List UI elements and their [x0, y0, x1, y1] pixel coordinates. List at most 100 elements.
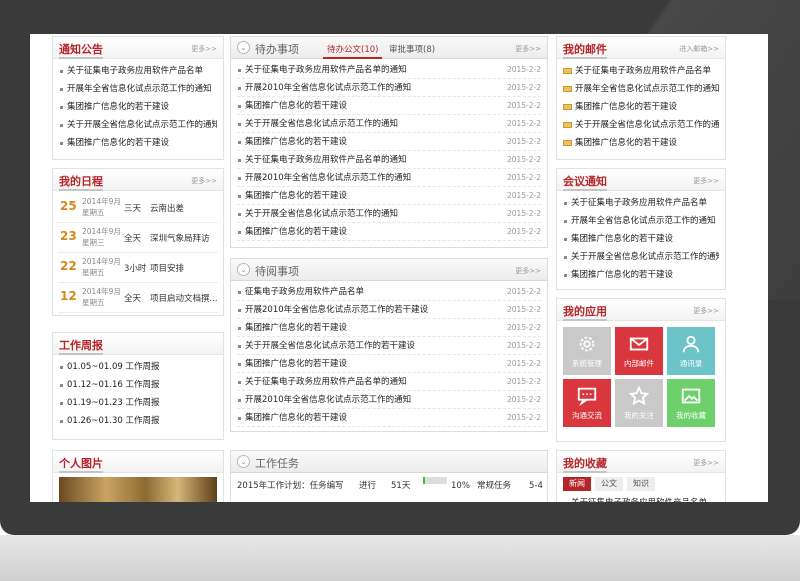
favorites-panel: 我的收藏 更多>> 新闻公文知识 关于征集电子政务应用软件产品名单 [556, 450, 726, 502]
todo-item[interactable]: 集团推广信息化的若干建设 2015-2-2 [237, 187, 541, 205]
todo-item[interactable]: 关于征集电子政务应用软件产品名单的通知 2015-2-2 [237, 61, 541, 79]
more-link[interactable]: 更多>> [693, 176, 719, 186]
item-date: 2015-2-2 [506, 137, 541, 146]
app-tile[interactable]: 我的收藏 [667, 379, 715, 427]
chevron-down-icon[interactable]: ⌄ [237, 41, 250, 54]
todo-item[interactable]: 开展2010年全省信息化试点示范工作的通知 2015-2-2 [237, 169, 541, 187]
schedule-row[interactable]: 25 2014年9月 星期五 三天 云南出差 [58, 193, 218, 223]
mail-item[interactable]: 集团推广信息化的若干建设 [563, 134, 719, 152]
schedule-date: 2014年9月 星期五 [82, 286, 121, 308]
toread-item[interactable]: 关于征集电子政务应用软件产品名单的通知 2015-2-2 [237, 373, 541, 391]
favorites-tab[interactable]: 知识 [627, 477, 655, 491]
schedule-row[interactable]: 23 2014年9月 星期三 全天 深圳气象局拜访 [58, 223, 218, 253]
app-label: 沟通交流 [572, 411, 602, 420]
item-title: 开展2010年全省信息化试点示范工作的若干建设 [245, 305, 429, 315]
mail-subject: 集团推广信息化的若干建设 [575, 102, 678, 112]
chevron-down-icon[interactable]: ⌄ [237, 263, 250, 276]
panel-title: 我的邮件 [563, 43, 607, 59]
task-row[interactable]: 2015年工作计划：任务编写 进行 51天 10% 常规任务 5-4 [237, 477, 543, 495]
item-title: 集团推广信息化的若干建设 [245, 413, 348, 423]
toread-item[interactable]: 开展2010年全省信息化试点示范工作的通知 2015-2-2 [237, 391, 541, 409]
toread-item[interactable]: 开展2010年全省信息化试点示范工作的若干建设 2015-2-2 [237, 301, 541, 319]
panel-title: 待办事项 [255, 43, 299, 56]
meeting-item[interactable]: 集团推广信息化的若干建设 [563, 230, 719, 248]
meeting-item[interactable]: 关于开展全省信息化试点示范工作的通知 [563, 248, 719, 266]
notice-item[interactable]: 开展年全省信息化试点示范工作的通知 [59, 80, 217, 98]
todo-item[interactable]: 关于开展全省信息化试点示范工作的通知 2015-2-2 [237, 115, 541, 133]
item-date: 2015-2-2 [506, 227, 541, 236]
star-icon [628, 385, 650, 407]
more-link[interactable]: 更多>> [515, 44, 541, 54]
more-link[interactable]: 更多>> [693, 458, 719, 468]
notice-item[interactable]: 集团推广信息化的若干建设 [59, 134, 217, 152]
item-title: 集团推广信息化的若干建设 [245, 227, 348, 237]
more-link[interactable]: 更多>> [191, 44, 217, 54]
toread-item[interactable]: 征集电子政务应用软件产品名单 2015-2-2 [237, 283, 541, 301]
tab-approvals[interactable]: 审批事项(8) [389, 43, 435, 55]
tab-todo-documents[interactable]: 待办公文(10) [322, 43, 383, 59]
notice-item[interactable]: 关于开展全省信息化试点示范工作的通知 [59, 116, 217, 134]
item-title: 集团推广信息化的若干建设 [245, 191, 348, 201]
favorites-list: 关于征集电子政务应用软件产品名单 [557, 491, 725, 502]
app-tile[interactable]: 沟通交流 [563, 379, 611, 427]
more-link[interactable]: 更多>> [693, 306, 719, 316]
meeting-item[interactable]: 集团推广信息化的若干建设 [563, 266, 719, 284]
panel-title: 个人图片 [59, 457, 103, 473]
inbox-link[interactable]: 进入邮箱>> [679, 44, 719, 54]
item-date: 2015-2-2 [506, 341, 541, 350]
more-link[interactable]: 更多>> [515, 266, 541, 276]
schedule-text: 项目启动文档撰... [150, 294, 218, 304]
item-title: 关于开展全省信息化试点示范工作的通知 [245, 209, 399, 219]
weekly-report-item[interactable]: 01.19~01.23 工作周报 [59, 394, 217, 412]
weekly-report-item[interactable]: 01.26~01.30 工作周报 [59, 412, 217, 430]
app-tile[interactable]: 系统管理 [563, 327, 611, 375]
toread-item[interactable]: 集团推广信息化的若干建设 2015-2-2 [237, 355, 541, 373]
app-tile[interactable]: 通讯录 [667, 327, 715, 375]
todo-item[interactable]: 集团推广信息化的若干建设 2015-2-2 [237, 97, 541, 115]
notice-panel: 通知公告 更多>> 关于征集电子政务应用软件产品名单 开展年全省信息化试点示范工作… [52, 36, 224, 160]
todo-item[interactable]: 关于征集电子政务应用软件产品名单的通知 2015-2-2 [237, 151, 541, 169]
panel-title: 通知公告 [59, 43, 103, 59]
app-label: 我的收藏 [676, 411, 706, 420]
schedule-row[interactable]: 22 2014年9月 星期五 3小时 项目安排 [58, 253, 218, 283]
toread-panel: ⌄ 待阅事项 更多>> 征集电子政务应用软件产品名单 2015-2-2 开展2010… [230, 258, 548, 432]
mail-item[interactable]: 集团推广信息化的若干建设 [563, 98, 719, 116]
item-title: 集团推广信息化的若干建设 [245, 359, 348, 369]
schedule-row[interactable]: 12 2014年9月 星期五 全天 项目启动文档撰... [58, 283, 218, 313]
toread-item[interactable]: 集团推广信息化的若干建设 2015-2-2 [237, 409, 541, 427]
mail-item[interactable]: 开展年全省信息化试点示范工作的通知 [563, 80, 719, 98]
app-tile[interactable]: 内部邮件 [615, 327, 663, 375]
schedule-month: 2014年9月 [82, 197, 121, 206]
meeting-item[interactable]: 关于征集电子政务应用软件产品名单 [563, 194, 719, 212]
mail-item[interactable]: 关于开展全省信息化试点示范工作的通知 [563, 116, 719, 134]
item-title: 集团推广信息化的若干建设 [245, 137, 348, 147]
favorites-tab[interactable]: 公文 [595, 477, 623, 491]
mail-item[interactable]: 关于征集电子政务应用软件产品名单 [563, 62, 719, 80]
app-tile[interactable]: 我的关注 [615, 379, 663, 427]
more-link[interactable]: 更多>> [191, 176, 217, 186]
item-date: 2015-2-2 [506, 209, 541, 218]
personal-photo[interactable] [59, 477, 217, 502]
weekly-report-item[interactable]: 01.05~01.09 工作周报 [59, 358, 217, 376]
todo-item[interactable]: 集团推广信息化的若干建设 2015-2-2 [237, 223, 541, 241]
notice-item[interactable]: 集团推广信息化的若干建设 [59, 98, 217, 116]
envelope-icon [563, 121, 572, 128]
mail-subject: 关于征集电子政务应用软件产品名单 [575, 66, 712, 76]
app-label: 通讯录 [679, 359, 703, 368]
todo-item[interactable]: 集团推广信息化的若干建设 2015-2-2 [237, 133, 541, 151]
item-title: 关于开展全省信息化试点示范工作的通知 [245, 119, 399, 129]
toread-item[interactable]: 关于开展全省信息化试点示范工作的若干建设 2015-2-2 [237, 337, 541, 355]
envelope-icon [563, 85, 572, 92]
notice-item[interactable]: 关于征集电子政务应用软件产品名单 [59, 62, 217, 80]
item-title: 关于开展全省信息化试点示范工作的若干建设 [245, 341, 416, 351]
weekly-report-item[interactable]: 01.12~01.16 工作周报 [59, 376, 217, 394]
toread-item[interactable]: 集团推广信息化的若干建设 2015-2-2 [237, 319, 541, 337]
favorites-tab[interactable]: 新闻 [563, 477, 591, 491]
favorite-item[interactable]: 关于征集电子政务应用软件产品名单 [563, 494, 719, 502]
chevron-down-icon[interactable]: ⌄ [237, 455, 250, 468]
mail-panel: 我的邮件 进入邮箱>> 关于征集电子政务应用软件产品名单开展年全省信息化试点示范… [556, 36, 726, 160]
todo-item[interactable]: 关于开展全省信息化试点示范工作的通知 2015-2-2 [237, 205, 541, 223]
meeting-item[interactable]: 开展年全省信息化试点示范工作的通知 [563, 212, 719, 230]
item-title: 集团推广信息化的若干建设 [245, 101, 348, 111]
todo-item[interactable]: 开展2010年全省信息化试点示范工作的通知 2015-2-2 [237, 79, 541, 97]
